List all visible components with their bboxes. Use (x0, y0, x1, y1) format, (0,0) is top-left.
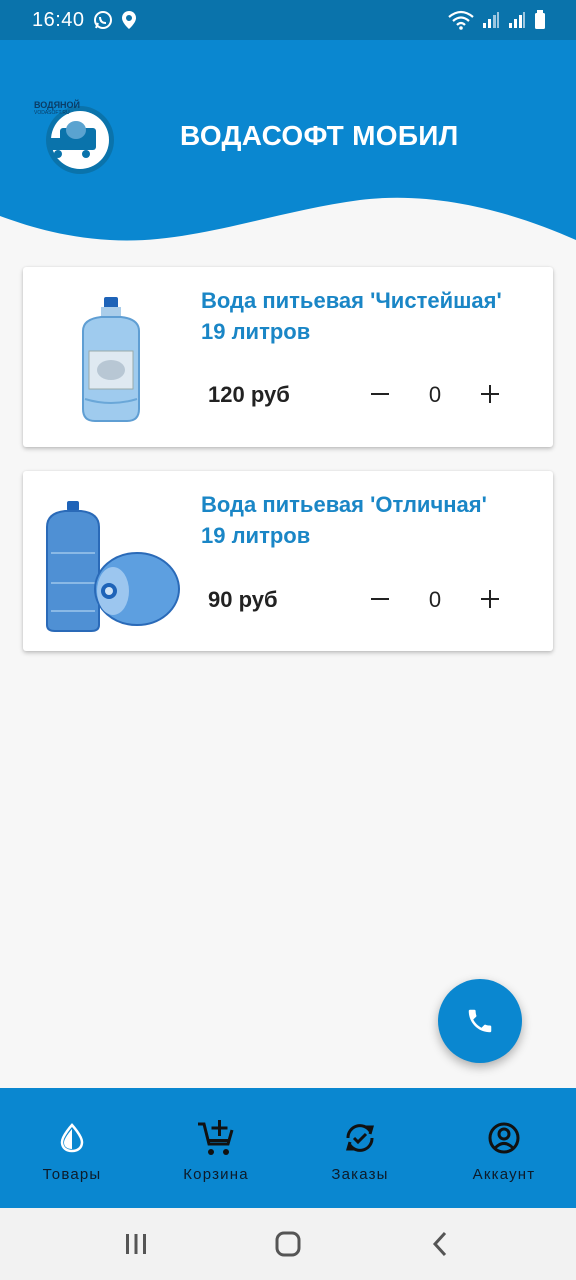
product-price: 90 руб (208, 587, 278, 612)
product-card[interactable]: Вода питьевая 'Отличная' 19 литров 90 ру… (23, 471, 553, 651)
product-image (41, 289, 181, 429)
product-card[interactable]: Вода питьевая 'Чистейшая' 19 литров 120 … (23, 267, 553, 447)
nav-label: Заказы (331, 1166, 389, 1183)
logo-subtext: VODASOFT.RU (34, 110, 70, 116)
status-left: 16:40 (32, 9, 137, 32)
battery-icon (534, 10, 546, 30)
home-icon (275, 1231, 301, 1257)
back-button[interactable] (410, 1214, 470, 1274)
add-to-cart-icon (196, 1118, 236, 1158)
status-time: 16:40 (32, 8, 85, 31)
nav-item-products[interactable]: Товары (0, 1088, 144, 1208)
nav-label: Аккаунт (472, 1166, 536, 1183)
recent-apps-button[interactable] (106, 1214, 166, 1274)
minus-icon (371, 393, 389, 395)
decrease-quantity-button[interactable] (365, 584, 395, 614)
quantity-value: 0 (428, 587, 442, 612)
whatsapp-icon (93, 10, 113, 30)
increase-quantity-button[interactable] (475, 584, 505, 614)
call-button[interactable] (438, 979, 522, 1063)
nav-item-cart[interactable]: Корзина (144, 1088, 288, 1208)
app-logo: ВОДЯНОЙ VODASOFT.RU (34, 100, 114, 180)
nav-item-account[interactable]: Аккаунт (432, 1088, 576, 1208)
system-navigation-bar (0, 1208, 576, 1280)
plus-icon (481, 590, 499, 608)
status-bar: 16:40 (0, 0, 576, 40)
product-image (41, 493, 181, 633)
plus-icon (481, 385, 499, 403)
product-title: Вода питьевая 'Отличная' 19 литров (201, 489, 541, 551)
product-title-line2: 19 литров (201, 523, 311, 548)
recent-apps-icon (126, 1234, 146, 1254)
phone-icon (468, 1009, 492, 1033)
app-title: ВОДАСОФТ МОБИЛ (180, 120, 459, 151)
product-title-line1: Вода питьевая 'Чистейшая' (201, 288, 502, 313)
product-title-line2: 19 литров (201, 319, 311, 344)
signal-icon-1 (482, 11, 500, 29)
back-icon (432, 1231, 447, 1257)
location-icon (121, 10, 137, 30)
wifi-icon (448, 10, 474, 30)
bottom-navigation: Товары Корзина Заказы Аккаунт (0, 1088, 576, 1208)
orders-sync-icon (343, 1118, 377, 1158)
nav-item-orders[interactable]: Заказы (288, 1088, 432, 1208)
product-title-line1: Вода питьевая 'Отличная' (201, 492, 487, 517)
increase-quantity-button[interactable] (475, 379, 505, 409)
account-circle-icon (487, 1118, 521, 1158)
water-drop-icon (59, 1118, 85, 1158)
signal-icon-2 (508, 11, 526, 29)
status-right (448, 10, 546, 30)
nav-label: Корзина (183, 1166, 249, 1183)
app-header: ВОДЯНОЙ VODASOFT.RU ВОДАСОФТ МОБИЛ (0, 40, 576, 250)
logo-text: ВОДЯНОЙ (34, 100, 81, 110)
product-price: 120 руб (208, 382, 290, 407)
quantity-value: 0 (428, 382, 442, 407)
home-button[interactable] (258, 1214, 318, 1274)
decrease-quantity-button[interactable] (365, 379, 395, 409)
product-title: Вода питьевая 'Чистейшая' 19 литров (201, 285, 541, 347)
minus-icon (371, 598, 389, 600)
nav-label: Товары (42, 1166, 102, 1183)
